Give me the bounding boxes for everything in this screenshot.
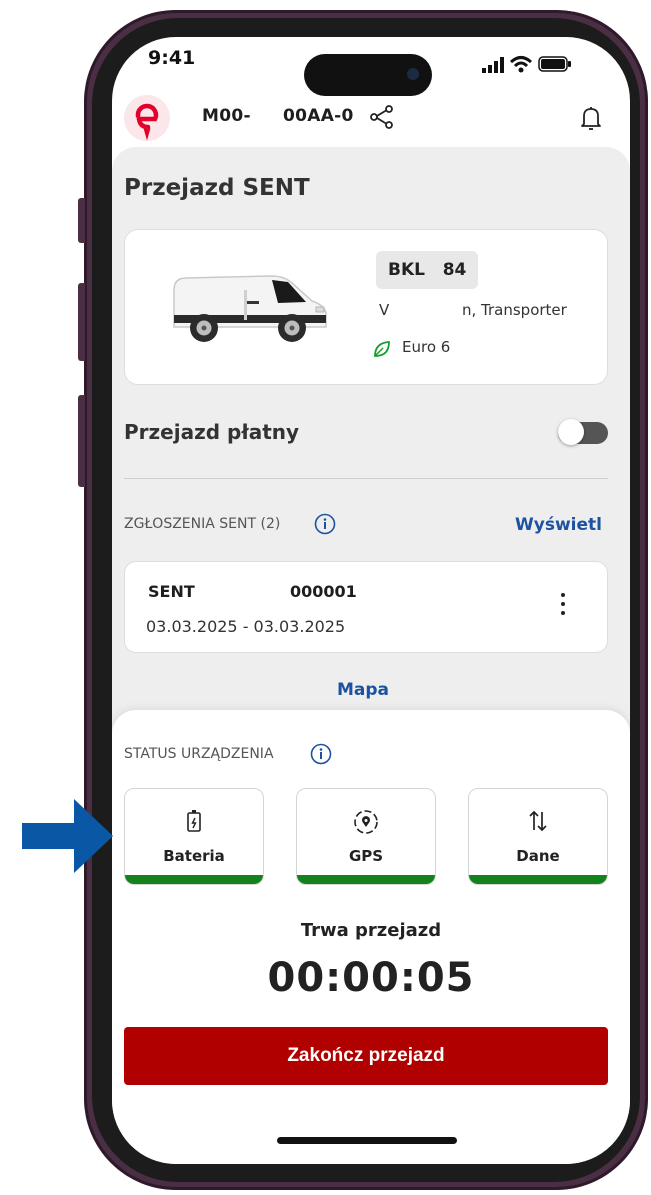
end-ride-button[interactable]: Zakończ przejazd: [124, 1027, 608, 1085]
battery-status-tile[interactable]: Bateria: [124, 788, 264, 885]
data-label: Dane: [516, 847, 560, 865]
share-icon[interactable]: [369, 104, 395, 134]
page-title: Przejazd SENT: [124, 175, 310, 201]
camera-icon: [407, 68, 419, 80]
header-plate-part1: M00-: [202, 106, 251, 126]
paid-ride-label: Przejazd płatny: [124, 420, 300, 444]
gps-status-tile[interactable]: GPS: [296, 788, 436, 885]
vehicle-registration: BKL 84: [376, 251, 479, 289]
sent-dates: 03.03.2025 - 03.03.2025: [146, 617, 346, 636]
info-icon[interactable]: [310, 743, 332, 769]
ride-status: Trwa przejazd: [300, 920, 442, 941]
phone-volume-down-button: [78, 395, 85, 487]
phone-volume-up-button: [78, 283, 85, 361]
phone-action-button: [78, 198, 85, 243]
vehicle-model-part1: V: [379, 301, 390, 319]
sent-id-prefix: SENT: [148, 582, 195, 601]
battery-status-icon: [538, 56, 572, 76]
battery-icon: [125, 809, 263, 837]
gps-icon: [297, 809, 435, 839]
gps-label: GPS: [348, 847, 384, 865]
divider: [124, 478, 608, 479]
sent-report-card[interactable]: [124, 561, 608, 653]
gps-status-bar: [297, 875, 435, 884]
show-sent-link[interactable]: Wyświetl: [515, 515, 602, 535]
info-icon[interactable]: [314, 513, 336, 539]
app-logo[interactable]: [124, 95, 170, 141]
phone-screen: 9:41 M00- 00AA-0 Przejazd SENT BKL 84 V …: [112, 37, 630, 1164]
sent-id-number: 000001: [290, 582, 357, 601]
wifi-icon: [509, 55, 533, 77]
vehicle-model-part2: n, Transporter: [462, 301, 567, 319]
data-status-bar: [469, 875, 607, 884]
data-transfer-icon: [469, 809, 607, 837]
header-plate-part2: 00AA-0: [283, 106, 354, 126]
signal-icon: [482, 57, 506, 77]
annotation-arrow-icon: [22, 797, 114, 879]
status-bar-time: 9:41: [148, 47, 196, 69]
home-indicator[interactable]: [277, 1137, 457, 1144]
van-icon: [164, 265, 334, 349]
toggle-knob[interactable]: [558, 419, 584, 445]
device-status-header: STATUS URZĄDZENIA: [124, 746, 274, 762]
sent-section-header: ZGŁOSZENIA SENT (2): [124, 516, 281, 532]
ride-timer: 00:00:05: [267, 955, 475, 1001]
more-options-icon[interactable]: [561, 593, 567, 620]
data-status-tile[interactable]: Dane: [468, 788, 608, 885]
notification-bell-icon[interactable]: [578, 104, 604, 136]
battery-status-bar: [125, 875, 263, 884]
leaf-icon: [372, 339, 392, 363]
map-link[interactable]: Mapa: [337, 680, 389, 700]
battery-label: Bateria: [163, 847, 225, 865]
emission-class: Euro 6: [402, 338, 451, 356]
